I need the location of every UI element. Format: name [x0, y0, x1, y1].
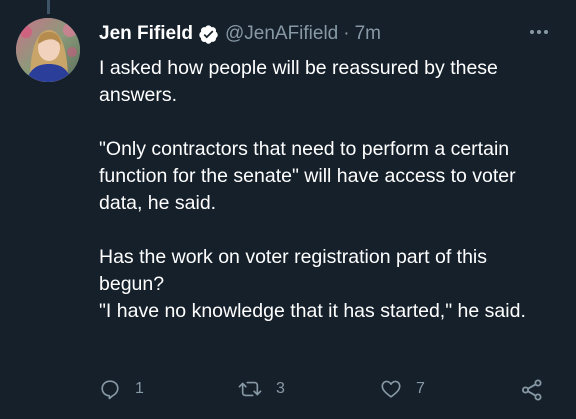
- verified-badge-icon: [198, 24, 219, 45]
- like-count: 7: [416, 380, 425, 397]
- timestamp[interactable]: 7m: [355, 23, 381, 45]
- avatar[interactable]: [16, 18, 80, 82]
- separator-dot: ·: [343, 23, 350, 44]
- share-icon: [520, 378, 544, 402]
- profile-photo-icon: [16, 18, 80, 82]
- tweet-header: Jen Fifield @JenAFifield · 7m: [99, 20, 560, 48]
- action-bar: 1 3 7: [99, 378, 559, 406]
- heart-icon: [380, 378, 402, 400]
- tweet-paragraph: Has the work on voter registration part …: [99, 246, 488, 295]
- retweet-count: 3: [276, 380, 285, 397]
- more-options-icon[interactable]: [526, 22, 552, 42]
- reply-icon: [99, 378, 121, 400]
- retweet-icon: [238, 378, 262, 400]
- tweet-paragraph: "Only contractors that need to perform a…: [99, 138, 516, 214]
- tweet-text: I asked how people will be reassured by …: [99, 55, 554, 325]
- tweet[interactable]: Jen Fifield @JenAFifield · 7m I asked ho…: [0, 0, 576, 419]
- thread-connector-line: [47, 0, 50, 14]
- handle[interactable]: @JenAFifield: [225, 23, 338, 45]
- share-button[interactable]: [520, 378, 544, 402]
- like-button[interactable]: 7: [380, 378, 425, 400]
- tweet-paragraph: I asked how people will be reassured by …: [99, 57, 498, 106]
- reply-button[interactable]: 1: [99, 378, 144, 400]
- retweet-button[interactable]: 3: [238, 378, 285, 400]
- display-name[interactable]: Jen Fifield: [99, 23, 193, 45]
- reply-count: 1: [135, 380, 144, 397]
- tweet-paragraph: "I have no knowledge that it has started…: [99, 300, 526, 322]
